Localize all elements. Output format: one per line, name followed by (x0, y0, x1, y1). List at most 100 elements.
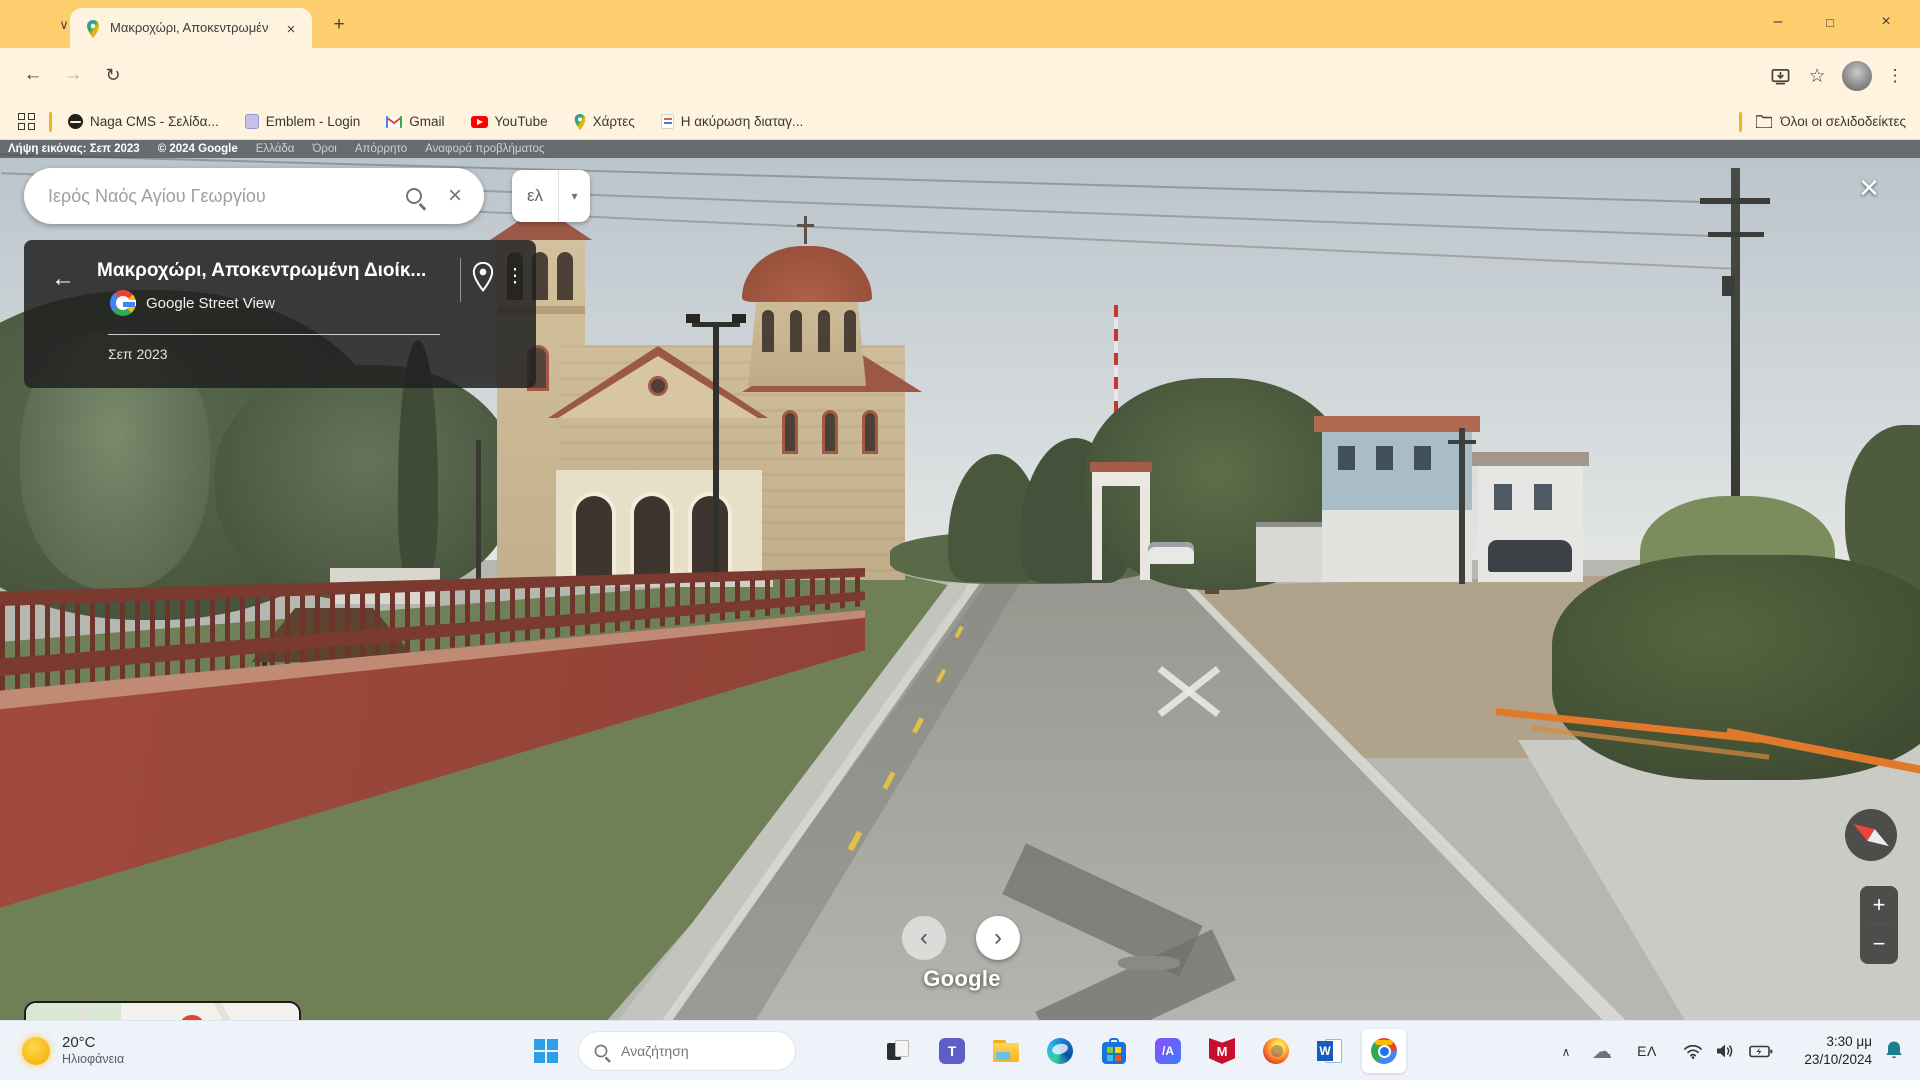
install-app-button[interactable] (1764, 60, 1796, 92)
window-close-button[interactable]: × (1864, 4, 1908, 40)
profile-avatar[interactable] (1842, 61, 1872, 91)
streetlight-lamp (732, 314, 746, 323)
firefox-app-button[interactable] (1254, 1029, 1298, 1073)
emblem-icon (245, 114, 259, 129)
nav-previous-button[interactable]: ‹ (902, 916, 946, 960)
word-app-button[interactable]: W (1308, 1029, 1352, 1073)
wifi-tray-icon[interactable] (1678, 1037, 1708, 1065)
bookmark-star-button[interactable]: ☆ (1801, 60, 1833, 92)
folder-icon (1756, 115, 1772, 128)
bookmark-naga-cms[interactable]: Naga CMS - Σελίδα... (68, 114, 219, 129)
reload-button[interactable]: ↻ (96, 58, 130, 92)
store-icon (1102, 1038, 1126, 1064)
bush-mass (1552, 555, 1920, 780)
back-button[interactable]: ← (16, 58, 50, 92)
portico-arch (688, 492, 732, 580)
shed (1256, 522, 1326, 582)
caret-down-icon[interactable]: ▾ (559, 170, 590, 222)
bookmark-youtube[interactable]: YouTube (471, 114, 548, 129)
browser-tab-strip: ∨ Μακροχώρι, Αποκεντρωμένη Δ × + – □ × (0, 0, 1920, 48)
weather-widget[interactable]: 20°C Ηλιοφάνεια (14, 1027, 132, 1075)
zoom-in-button[interactable]: + (1860, 886, 1898, 924)
house-window (1414, 446, 1431, 470)
tab-close-button[interactable]: × (280, 18, 302, 40)
search-input[interactable] (46, 185, 400, 208)
taskbar-search-input[interactable] (619, 1042, 769, 1060)
street-view-info-card: ← Μακροχώρι, Αποκεντρωμένη Διοίκ... Goog… (24, 240, 536, 388)
card-source: Google Street View (146, 295, 275, 312)
clear-search-icon[interactable]: × (448, 184, 462, 208)
card-menu-button[interactable]: ⋮ (502, 262, 528, 290)
house-window (1534, 484, 1552, 510)
task-view-button[interactable] (876, 1029, 920, 1073)
mcafee-shield-icon: M (1209, 1038, 1235, 1064)
new-tab-button[interactable]: + (326, 12, 352, 38)
all-bookmarks[interactable]: Όλοι οι σελιδοδείκτες (1739, 104, 1906, 139)
clock-widget[interactable]: 3:30 μμ 23/10/2024 (1792, 1033, 1872, 1069)
copyright: © 2024 Google (158, 143, 238, 155)
chrome-app-button-active[interactable] (1362, 1029, 1406, 1073)
street-view-panorama[interactable]: × × ελ ▾ ← Μακροχώρι, Αποκεντρωμένη Διοί… (0, 140, 1920, 1020)
mcafee-app-button[interactable]: M (1200, 1029, 1244, 1073)
street-view-close-button[interactable]: × (1845, 164, 1893, 212)
movavi-app-button[interactable]: /A (1146, 1029, 1190, 1073)
start-button[interactable] (524, 1029, 568, 1073)
search-icon[interactable] (406, 188, 422, 204)
tray-expand-button[interactable]: ∧ (1552, 1039, 1580, 1065)
dome-cross (804, 216, 807, 244)
car-white (1148, 542, 1194, 564)
apps-grid-icon[interactable] (18, 113, 35, 130)
gate-roof (1090, 462, 1152, 472)
dome-window (762, 310, 774, 352)
report-problem-link[interactable]: Αναφορά προβλήματος (425, 143, 544, 155)
bookmark-emblem[interactable]: Emblem - Login (245, 114, 361, 129)
zoom-out-button[interactable]: − (1860, 925, 1898, 963)
chevron-left-icon: ‹ (920, 924, 928, 952)
minimap[interactable]: 4 Ιερός Ναός Αγίου Γεωρ Δήμ Ανάπτυξη (24, 1001, 301, 1020)
forward-button[interactable]: → (56, 58, 90, 92)
card-back-button[interactable]: ← (46, 262, 80, 296)
taskbar-search[interactable] (578, 1031, 796, 1071)
terms-link[interactable]: Όροι (312, 143, 336, 155)
chevron-down-icon: ∨ (59, 17, 69, 33)
close-icon: × (1859, 169, 1879, 208)
teams-app-button[interactable]: T (930, 1029, 974, 1073)
kebab-menu-icon: ⋮ (506, 265, 525, 288)
weather-condition: Ηλιοφάνεια (62, 1051, 124, 1068)
reload-icon: ↻ (105, 65, 120, 86)
language-code: ΕΛ (1637, 1043, 1657, 1059)
maps-search-box[interactable]: × (24, 168, 484, 224)
volume-tray-icon[interactable] (1710, 1037, 1740, 1065)
star-icon: ☆ (1808, 65, 1825, 88)
house-window (1494, 484, 1512, 510)
language-button[interactable]: ελ ▾ (512, 170, 590, 222)
desktop: ∨ Μακροχώρι, Αποκεντρωμένη Δ × + – □ × ←… (0, 0, 1920, 1080)
close-icon: × (287, 21, 296, 38)
file-explorer-button[interactable] (984, 1029, 1028, 1073)
bookmark-maps[interactable]: Χάρτες (574, 114, 635, 130)
bookmark-cancellation-doc[interactable]: Η ακύρωση διαταγ... (661, 114, 804, 129)
task-view-icon (887, 1040, 909, 1062)
attribution-region: Ελλάδα (256, 143, 295, 155)
grid-square (18, 123, 25, 130)
location-pin-icon[interactable] (472, 262, 494, 292)
onedrive-tray-icon[interactable]: ☁ (1586, 1037, 1618, 1065)
bookmark-gmail[interactable]: Gmail (386, 114, 444, 129)
browser-menu-button[interactable]: ⋮ (1880, 60, 1910, 92)
gate-post (1140, 486, 1150, 580)
compass[interactable] (1844, 808, 1898, 862)
battery-tray-icon[interactable] (1744, 1037, 1778, 1065)
window-maximize-button[interactable]: □ (1808, 4, 1852, 40)
pole-crossarm (1708, 232, 1764, 237)
nav-next-button[interactable]: › (976, 916, 1020, 960)
privacy-link[interactable]: Απόρρητο (355, 143, 407, 155)
notifications-button[interactable] (1878, 1037, 1910, 1065)
microsoft-store-button[interactable] (1092, 1029, 1136, 1073)
edge-browser-button[interactable] (1038, 1029, 1082, 1073)
back-arrow-icon: ← (51, 265, 75, 293)
language-indicator[interactable]: ΕΛ (1630, 1037, 1664, 1065)
window-minimize-button[interactable]: – (1756, 4, 1800, 40)
browser-tab[interactable]: Μακροχώρι, Αποκεντρωμένη Δ × (70, 8, 312, 48)
teams-icon: T (939, 1038, 965, 1064)
plus-icon: + (333, 14, 344, 36)
